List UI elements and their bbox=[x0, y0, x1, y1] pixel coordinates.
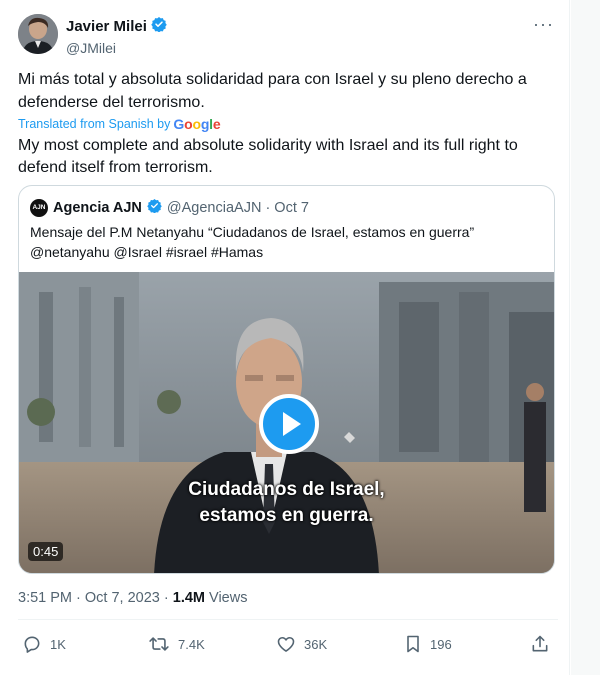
views-count[interactable]: 1.4M bbox=[173, 590, 205, 606]
bookmark-count: 196 bbox=[430, 636, 452, 652]
action-bar: 1K 7.4K 36K 196 bbox=[18, 634, 558, 658]
heart-icon bbox=[276, 634, 296, 654]
subtitle-line: Ciudadanos de Israel, bbox=[188, 479, 385, 500]
reply-button[interactable]: 1K bbox=[22, 634, 66, 654]
quoted-text: Mensaje del P.M Netanyahu “Ciudadanos de… bbox=[30, 223, 540, 262]
repost-count: 7.4K bbox=[178, 636, 205, 652]
reply-icon bbox=[22, 634, 42, 654]
author-avatar[interactable] bbox=[18, 14, 58, 54]
like-count: 36K bbox=[304, 636, 328, 652]
video-subtitle: Ciudadanos de Israel, estamos en guerra. bbox=[19, 477, 554, 529]
author-handle[interactable]: @JMilei bbox=[66, 40, 167, 56]
repost-button[interactable]: 7.4K bbox=[148, 634, 205, 654]
tweet-card: Javier Milei @JMilei ··· Mi más total y … bbox=[0, 0, 570, 675]
author-info: Javier Milei @JMilei bbox=[66, 16, 167, 56]
play-icon bbox=[282, 412, 301, 436]
quoted-author-name[interactable]: Agencia AJN bbox=[53, 200, 142, 216]
bookmark-button[interactable]: 196 bbox=[404, 634, 452, 654]
repost-icon bbox=[148, 634, 170, 654]
quoted-text-line: @netanyahu @Israel #israel #Hamas bbox=[30, 243, 264, 260]
share-icon bbox=[530, 634, 550, 654]
translated-text: My most complete and absolute solidarity… bbox=[18, 137, 518, 176]
translated-label: Translated from Spanish by bbox=[18, 117, 171, 131]
tweet-text: Mi más total y absoluta solidaridad para… bbox=[18, 71, 527, 111]
quoted-avatar[interactable]: AJN bbox=[30, 198, 48, 217]
author-name[interactable]: Javier Milei bbox=[66, 18, 147, 35]
bookmark-icon bbox=[404, 634, 422, 654]
share-button[interactable] bbox=[530, 634, 550, 654]
like-button[interactable]: 36K bbox=[276, 634, 327, 654]
reply-count: 1K bbox=[50, 636, 66, 652]
video-duration: 0:45 bbox=[28, 542, 64, 561]
right-panel-edge bbox=[571, 0, 600, 675]
quoted-header: AJN Agencia AJN @AgenciaAJN · Oct 7 bbox=[30, 198, 309, 217]
subtitle-line: estamos en guerra. bbox=[199, 505, 374, 526]
timestamp-text[interactable]: 3:51 PM · Oct 7, 2023 · bbox=[18, 590, 173, 606]
verified-badge-icon bbox=[147, 198, 162, 217]
views-label: Views bbox=[205, 590, 248, 606]
tweet-timestamp: 3:51 PM · Oct 7, 2023 · 1.4M Views bbox=[18, 590, 247, 606]
quoted-meta: @AgenciaAJN · Oct 7 bbox=[166, 199, 309, 216]
play-button[interactable] bbox=[259, 394, 319, 454]
video-player[interactable]: Ciudadanos de Israel, estamos en guerra.… bbox=[19, 272, 554, 573]
divider bbox=[18, 619, 558, 620]
quoted-tweet[interactable]: AJN Agencia AJN @AgenciaAJN · Oct 7 Mens… bbox=[18, 185, 555, 574]
quoted-text-line: Mensaje del P.M Netanyahu “Ciudadanos de… bbox=[30, 224, 475, 240]
tweet-header: Javier Milei @JMilei ··· bbox=[18, 14, 558, 56]
google-logo: Google bbox=[173, 116, 221, 132]
more-horizontal-icon[interactable]: ··· bbox=[533, 14, 554, 35]
verified-badge-icon bbox=[151, 16, 167, 37]
translation-attribution[interactable]: Translated from Spanish by Google bbox=[18, 116, 221, 132]
